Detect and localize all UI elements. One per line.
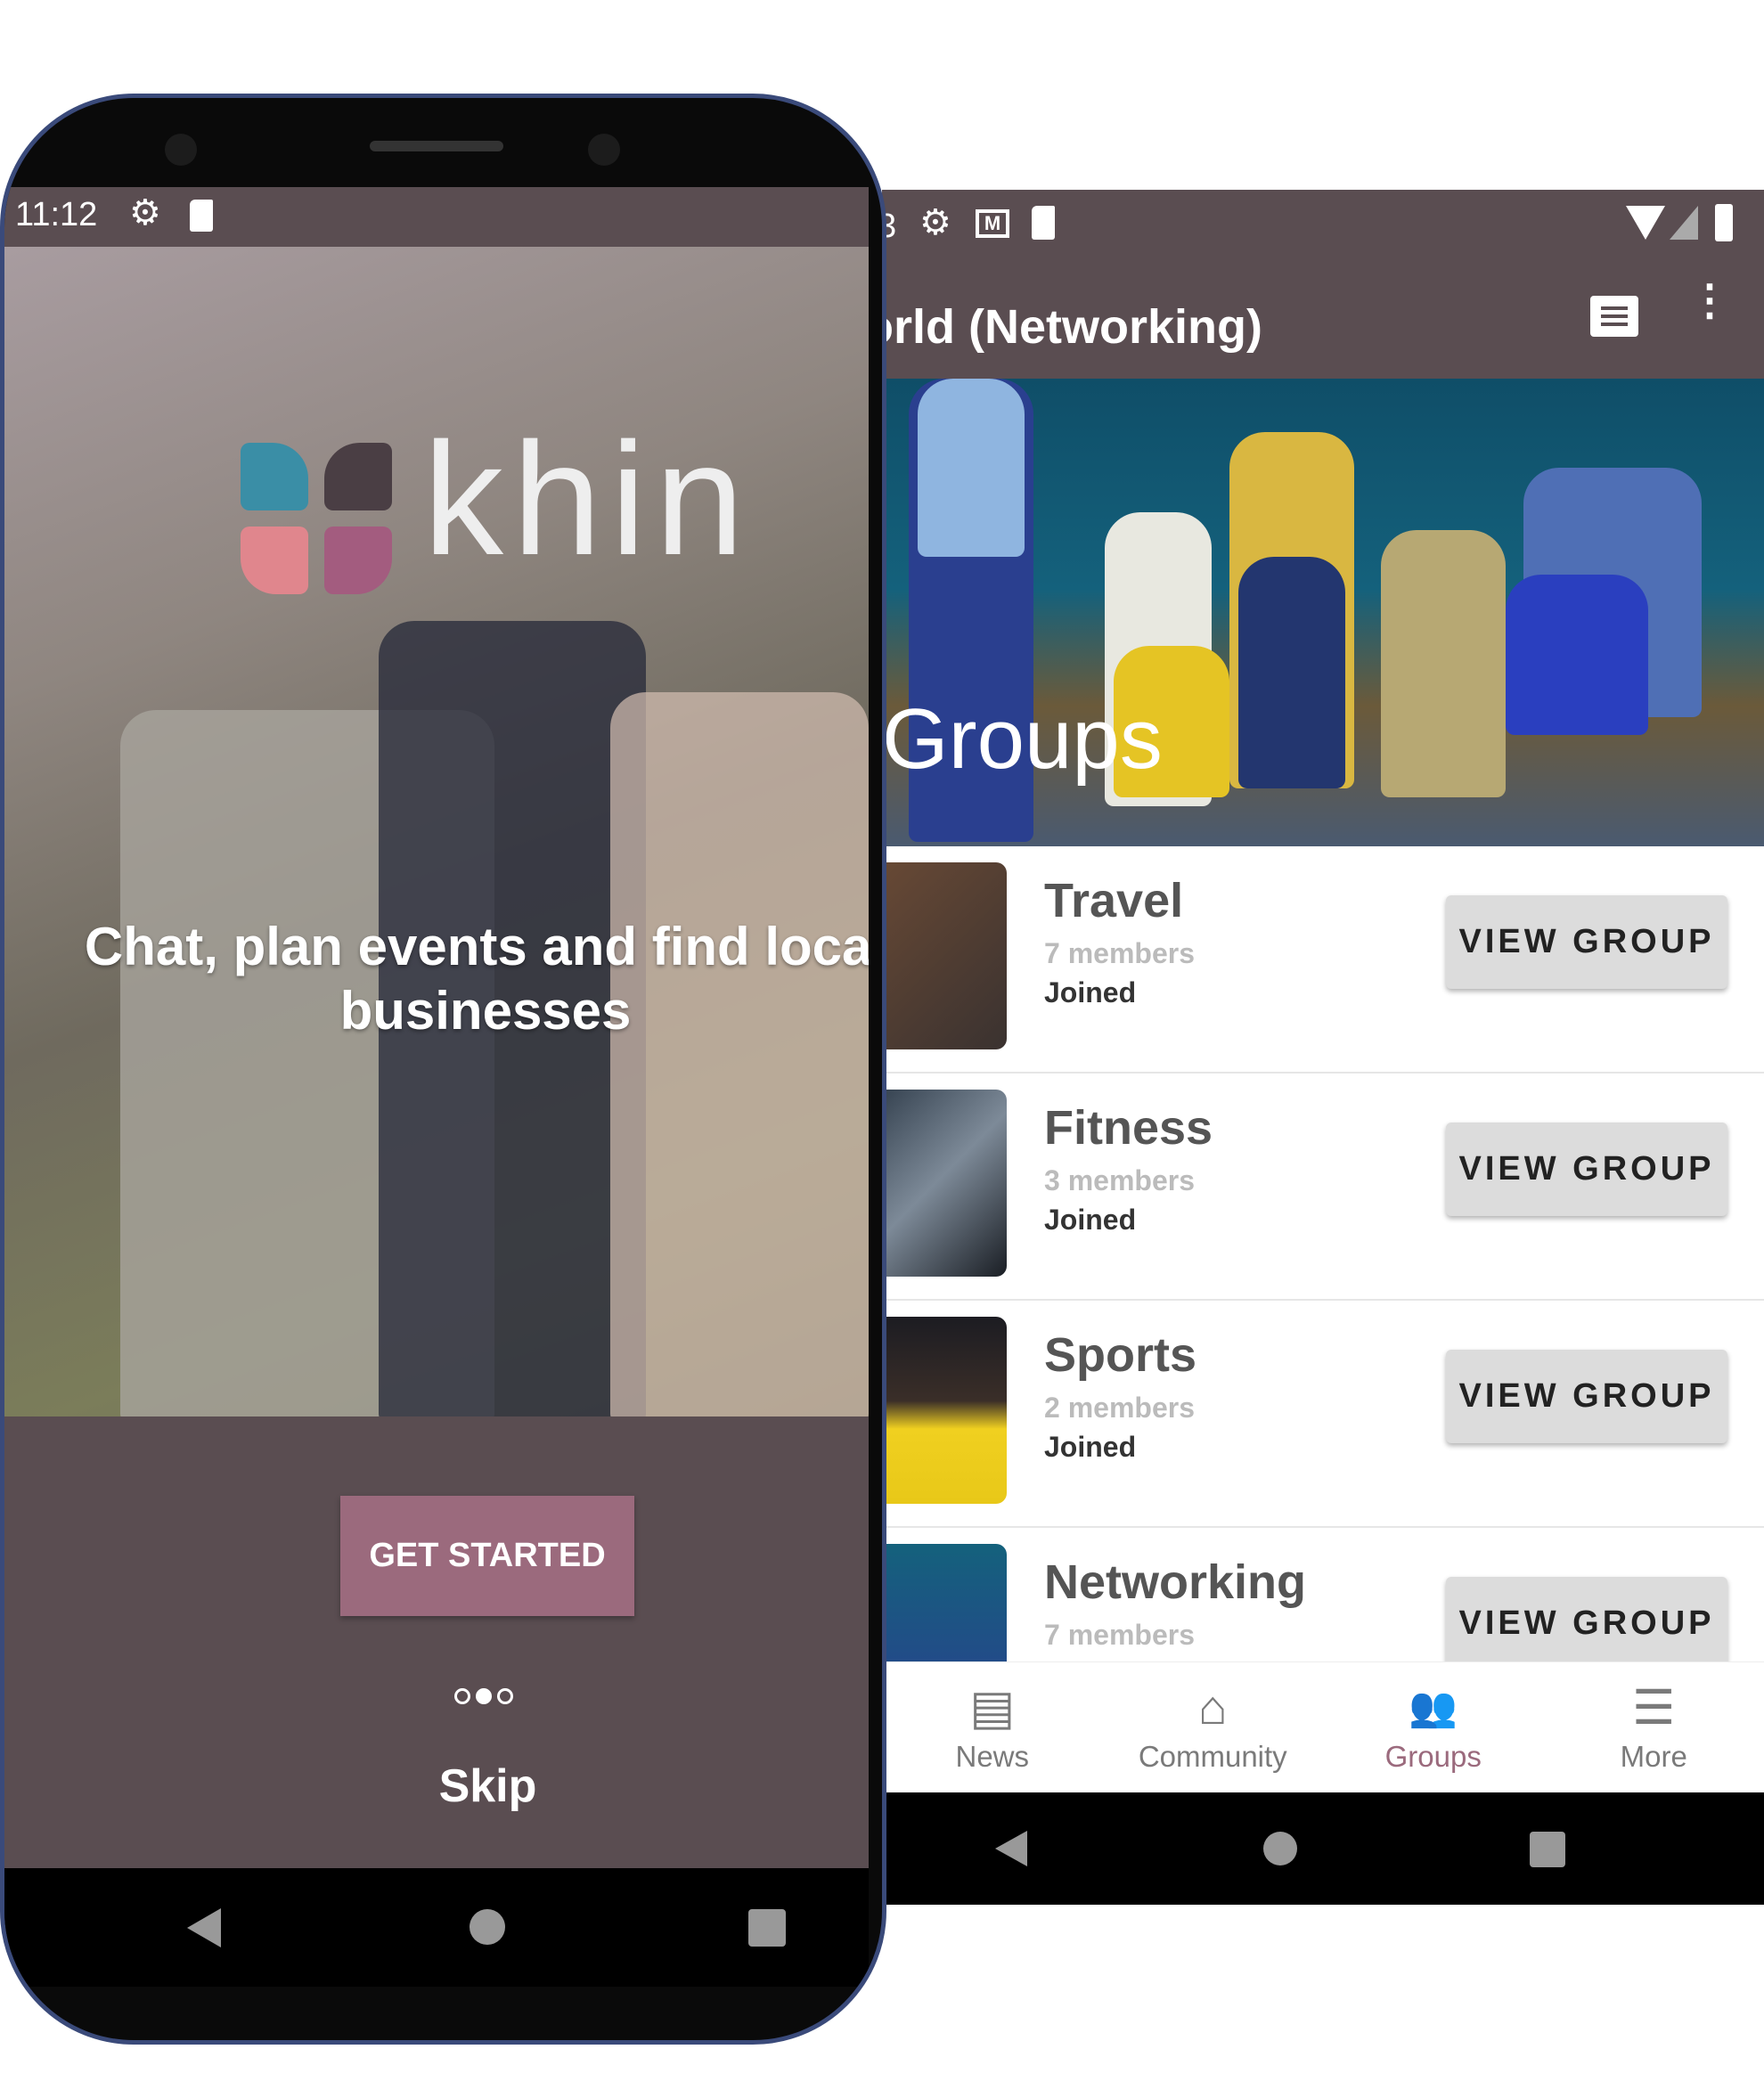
phone-frame: 11:12 ⚙ khin Chat, plan events and find … — [0, 94, 886, 2045]
menu-icon: ☰ — [1632, 1681, 1676, 1735]
status-bar: 3 ⚙ M — [882, 190, 1764, 276]
app-bar: orld (Networking) ⋮ — [882, 276, 1764, 379]
hero-image: Groups — [882, 379, 1764, 846]
signal-icon — [1670, 206, 1698, 240]
battery-icon — [1715, 204, 1733, 241]
chat-icon[interactable] — [1590, 296, 1638, 337]
hero-title: Groups — [882, 691, 1163, 787]
group-row-travel: Travel 7 members Joined VIEW GROUP — [882, 846, 1764, 1074]
home-button-icon[interactable] — [470, 1909, 505, 1945]
member-count: 7 members — [1044, 1619, 1195, 1651]
system-nav-bar — [4, 1868, 869, 1987]
background-photo: khin Chat, plan events and find local bu… — [4, 247, 869, 1423]
people-icon: 👥 — [1409, 1686, 1458, 1729]
nav-more[interactable]: ☰ More — [1544, 1662, 1764, 1792]
back-icon[interactable] — [995, 1831, 1027, 1866]
group-name: Fitness — [1044, 1101, 1213, 1155]
onboarding-panel: GET STARTED Skip — [4, 1416, 869, 1868]
group-name: Sports — [1044, 1328, 1197, 1382]
headline: Chat, plan events and find local busines… — [84, 917, 869, 1041]
skip-button[interactable]: Skip — [4, 1759, 869, 1813]
view-group-button[interactable]: VIEW GROUP — [1446, 895, 1727, 989]
view-group-button[interactable]: VIEW GROUP — [1446, 1123, 1727, 1216]
page-dot[interactable] — [497, 1688, 513, 1704]
joined-status: Joined — [1044, 1204, 1137, 1236]
group-name: Travel — [1044, 874, 1184, 927]
page-dot-active[interactable] — [476, 1688, 492, 1704]
camera-icon — [588, 134, 620, 166]
gmail-icon: M — [976, 209, 1009, 238]
home-icon: ⌂ — [1197, 1681, 1228, 1735]
group-thumbnail — [882, 1317, 1007, 1504]
newspaper-icon: ▤ — [969, 1681, 1016, 1735]
page-dot[interactable] — [454, 1688, 470, 1704]
view-group-button[interactable]: VIEW GROUP — [1446, 1577, 1727, 1670]
group-row-sports: Sports 2 members Joined VIEW GROUP — [882, 1301, 1764, 1528]
bottom-navigation: ▤ News ⌂ Community 👥 Groups ☰ More — [882, 1661, 1764, 1792]
get-started-button[interactable]: GET STARTED — [340, 1496, 634, 1616]
system-nav-bar — [882, 1792, 1764, 1905]
wifi-icon — [1626, 206, 1665, 240]
gear-icon: ⚙ — [129, 193, 161, 233]
member-count: 2 members — [1044, 1392, 1195, 1424]
status-bar: 11:12 ⚙ — [4, 187, 869, 247]
page-title: orld (Networking) — [882, 300, 1262, 354]
sd-card-icon — [1032, 206, 1055, 240]
onboarding-screen: 11:12 ⚙ khin Chat, plan events and find … — [4, 187, 869, 1987]
group-thumbnail — [882, 862, 1007, 1049]
nav-community[interactable]: ⌂ Community — [1103, 1662, 1324, 1792]
group-row-fitness: Fitness 3 members Joined VIEW GROUP — [882, 1074, 1764, 1301]
group-thumbnail — [882, 1090, 1007, 1277]
khin-logo: khin — [241, 410, 744, 603]
more-vert-icon[interactable]: ⋮ — [1688, 280, 1731, 322]
nav-news[interactable]: ▤ News — [882, 1662, 1103, 1792]
joined-status: Joined — [1044, 1431, 1137, 1463]
speaker-grille — [370, 141, 503, 151]
group-name: Networking — [1044, 1555, 1307, 1609]
gear-icon: ⚙ — [919, 203, 951, 242]
home-button-icon[interactable] — [1263, 1832, 1297, 1865]
member-count: 3 members — [1044, 1164, 1195, 1196]
view-group-button[interactable]: VIEW GROUP — [1446, 1350, 1727, 1443]
recents-icon[interactable] — [748, 1909, 786, 1947]
joined-status: Joined — [1044, 976, 1137, 1008]
recents-icon[interactable] — [1530, 1832, 1565, 1867]
camera-icon — [165, 134, 197, 166]
groups-screen: 3 ⚙ M orld (Networking) ⋮ Groups Travel … — [882, 190, 1764, 1905]
back-icon[interactable] — [187, 1908, 221, 1947]
member-count: 7 members — [1044, 937, 1195, 969]
page-indicator — [454, 1688, 513, 1704]
sd-card-icon — [190, 200, 213, 232]
nav-groups[interactable]: 👥 Groups — [1323, 1662, 1544, 1792]
